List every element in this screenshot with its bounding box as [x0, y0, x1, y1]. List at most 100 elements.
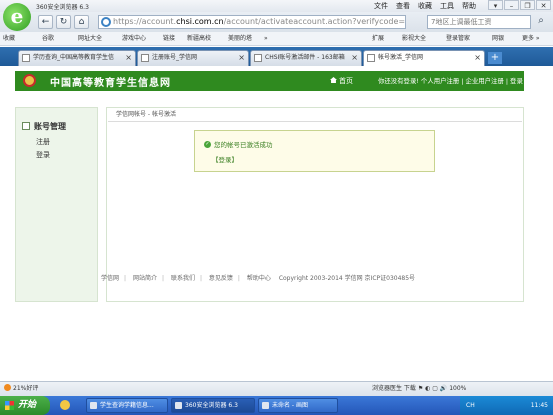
start-button[interactable]: 开始 — [0, 396, 50, 415]
fav-item[interactable]: 新疆高校 — [187, 32, 211, 46]
maximize-button[interactable]: ❐ — [520, 0, 535, 10]
tab-account-activation[interactable]: 帐号激活_学信网 × — [363, 50, 485, 66]
header-user-links[interactable]: 你还没有登录! 个人用户注册 | 企业用户注册 | 登录 | 帮助 — [378, 76, 542, 85]
browser-title: 360安全浏览器 6.3 — [36, 4, 89, 11]
menu-favorites[interactable]: 收藏 — [418, 1, 432, 11]
fav-item[interactable]: 网银 — [492, 32, 504, 46]
tab-register-account[interactable]: 注册账号_学信网 × — [137, 50, 249, 66]
back-arrow-icon: ← — [41, 17, 50, 27]
taskbar-item-paint[interactable]: 未命名 - 画图 — [258, 398, 338, 413]
new-tab-button[interactable]: + — [488, 52, 502, 64]
site-footer: 学信网 | 网站简介 | 联系我们 | 意见反馈 | 帮助中心 Copyright 20… — [101, 275, 416, 282]
minimize-button[interactable]: – — [504, 0, 519, 10]
start-label: 开始 — [18, 400, 37, 410]
fav-item[interactable]: 登录管家 — [446, 32, 470, 46]
footer-link[interactable]: 学信网 — [101, 275, 119, 282]
plus-icon: + — [490, 52, 500, 63]
close-tab-icon[interactable]: × — [125, 51, 132, 65]
tab-label: 帐号激活_学信网 — [378, 54, 424, 61]
browser-nav-bar: ← ↻ ⌂ https://account.chsi.com.cn/accoun… — [0, 12, 553, 32]
search-input[interactable]: 7地区上调最低工资 — [427, 15, 531, 29]
login-link[interactable]: 【登录】 — [212, 154, 238, 164]
house-icon: ⌂ — [78, 17, 85, 27]
taskbar-item-label: 学生查询学籍信息... — [100, 402, 154, 409]
copyright: Copyright 2003-2014 学信网 京ICP证030485号 — [278, 275, 416, 282]
menu-tools[interactable]: 工具 — [440, 1, 454, 11]
footer-link[interactable]: 意见反馈 — [209, 275, 233, 282]
page-favicon-icon — [141, 54, 149, 62]
fav-item[interactable]: 影视大全 — [402, 32, 426, 46]
footer-link[interactable]: 联系我们 — [171, 275, 195, 282]
check-icon: ✓ — [204, 141, 211, 148]
sidebar-item-login[interactable]: 登录 — [36, 150, 50, 160]
site-emblem-icon — [23, 74, 36, 87]
footer-link[interactable]: 帮助中心 — [247, 275, 271, 282]
sidebar: 账号管理 注册 登录 — [15, 107, 98, 302]
fav-item[interactable]: 收藏 — [3, 32, 15, 46]
search-button[interactable]: ⌕ — [533, 15, 549, 29]
taskbar-item-browser[interactable]: 360安全浏览器 6.3 — [171, 398, 255, 413]
search-query: 7地区上调最低工资 — [431, 18, 492, 26]
menu-help[interactable]: 帮助 — [462, 1, 476, 11]
close-tab-icon[interactable]: × — [238, 51, 245, 65]
fav-item[interactable]: 游戏中心 — [122, 32, 146, 46]
fav-item[interactable]: 美丽的塔 — [228, 32, 252, 46]
status-tools[interactable]: 浏览器医生 下载 ⚑ ◐ ▢ 🔊 100% — [372, 382, 466, 396]
page-favicon-icon — [367, 54, 375, 62]
sidebar-item-register[interactable]: 注册 — [36, 137, 50, 147]
home-link-label: 首页 — [339, 77, 353, 85]
page-viewport: 中国高等教育学生信息网 首页 你还没有登录! 个人用户注册 | 企业用户注册 |… — [0, 66, 553, 381]
tab-label: 注册账号_学信网 — [152, 54, 198, 61]
success-notice: ✓ 您的帐号已激活成功 【登录】 — [194, 130, 435, 172]
fav-item[interactable]: » — [264, 32, 268, 46]
close-window-button[interactable]: ✕ — [536, 0, 551, 10]
browser-title-bar: 360安全浏览器 6.3 文件 查看 收藏 工具 帮助 ▾ – ❐ ✕ — [0, 0, 553, 12]
window-controls: ▾ – ❐ ✕ — [488, 0, 551, 10]
account-icon — [22, 122, 30, 130]
taskbar-item-student-query[interactable]: 学生查询学籍信息... — [86, 398, 168, 413]
sidebar-heading-label: 账号管理 — [34, 122, 66, 131]
tab-bar: 学历查询_中国高等教育学生信 × 注册账号_学信网 × CHSI账号激活邮件 -… — [0, 47, 553, 66]
fav-item[interactable]: 链接 — [163, 32, 175, 46]
refresh-button[interactable]: ↻ — [56, 15, 71, 29]
address-domain: chsi.com.cn — [176, 17, 224, 26]
address-bar[interactable]: https://account.chsi.com.cn/account/acti… — [98, 15, 406, 29]
browser-menu-bar: 文件 查看 收藏 工具 帮助 — [374, 1, 476, 11]
taskbar-item-label: 未命名 - 画图 — [272, 402, 308, 409]
favorites-bar: 收藏 谷歌 网址大全 游戏中心 链接 新疆高校 美丽的塔 » 扩展 影视大全 登… — [0, 32, 553, 46]
language-indicator[interactable]: CH — [466, 396, 475, 415]
paint-icon — [262, 402, 269, 409]
fav-item[interactable]: 更多 » — [522, 32, 540, 46]
house-icon — [330, 77, 337, 83]
close-tab-icon[interactable]: × — [351, 51, 358, 65]
rating-status[interactable]: 21%好评 — [4, 382, 38, 396]
rating-text: 21%好评 — [13, 385, 39, 392]
back-button[interactable]: ← — [38, 15, 53, 29]
browser-icon — [175, 402, 182, 409]
menu-file[interactable]: 文件 — [374, 1, 388, 11]
address-path: /account/activateaccount.action?verifyco… — [223, 17, 406, 26]
fav-item[interactable]: 网址大全 — [78, 32, 102, 46]
site-header: 中国高等教育学生信息网 首页 你还没有登录! 个人用户注册 | 企业用户注册 |… — [15, 71, 542, 91]
fav-item[interactable]: 谷歌 — [42, 32, 54, 46]
browser-status-bar: 21%好评 浏览器医生 下载 ⚑ ◐ ▢ 🔊 100% — [0, 381, 553, 396]
windows-logo-icon — [5, 401, 14, 410]
tab-activation-email[interactable]: CHSI账号激活邮件 - 163邮箱 × — [250, 50, 362, 66]
refresh-icon: ↻ — [59, 17, 68, 27]
browser-logo-icon[interactable]: e — [3, 3, 31, 31]
page-favicon-icon — [254, 54, 262, 62]
rating-icon — [4, 384, 11, 391]
home-button[interactable]: ⌂ — [74, 15, 89, 29]
quick-launch-icon[interactable] — [60, 400, 70, 410]
tab-xueli-query[interactable]: 学历查询_中国高等教育学生信 × — [18, 50, 136, 66]
address-prefix: https://account. — [113, 17, 177, 26]
footer-link[interactable]: 网站简介 — [133, 275, 157, 282]
fav-item[interactable]: 扩展 — [372, 32, 384, 46]
sidebar-heading: 账号管理 — [22, 121, 66, 132]
menu-view[interactable]: 查看 — [396, 1, 410, 11]
close-tab-icon[interactable]: × — [474, 51, 481, 65]
home-link[interactable]: 首页 — [330, 76, 353, 86]
skin-button[interactable]: ▾ — [488, 0, 503, 10]
clock[interactable]: 11:45 — [531, 396, 548, 415]
secure-site-icon — [101, 17, 111, 27]
